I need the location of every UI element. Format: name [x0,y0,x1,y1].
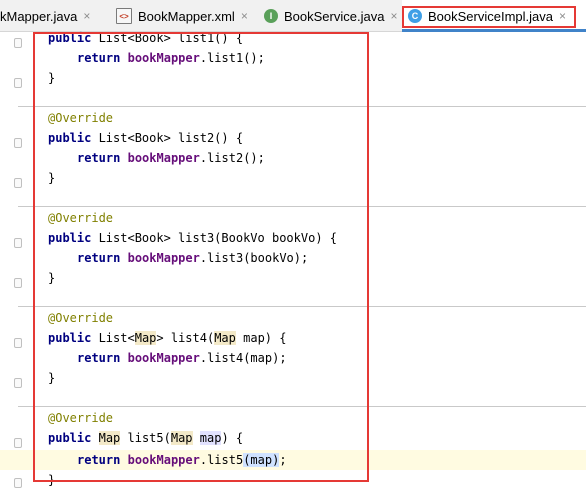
fold-icon[interactable] [14,238,22,248]
method-separator [18,106,586,107]
method-separator [18,206,586,207]
code-line: public List<Map> list4(Map map) { [48,331,287,345]
code-line: } [48,371,56,385]
code-line: public List<Book> list3(BookVo bookVo) { [48,231,337,245]
tab-label: BookServiceImpl.java [428,8,553,24]
method-separator [18,406,586,407]
code-line: return bookMapper.list1(); [77,51,265,65]
code-line-current: return bookMapper.list5(map); [77,453,287,467]
fold-icon[interactable] [14,38,22,48]
fold-icon[interactable] [14,178,22,188]
fold-icon[interactable] [14,338,22,348]
xml-file-icon: <> [116,8,132,24]
close-icon[interactable]: × [83,9,90,23]
class-icon: C [408,9,422,23]
close-icon[interactable]: × [559,9,566,23]
code-line: public List<Book> list2() { [48,131,244,145]
fold-icon[interactable] [14,278,22,288]
fold-icon[interactable] [14,478,22,488]
tab-label: BookMapper.xml [138,8,235,24]
close-icon[interactable]: × [390,9,397,23]
code-line: public Map list5(Map map) { [48,431,244,445]
code-line: } [48,71,56,85]
fold-icon[interactable] [14,438,22,448]
fold-icon[interactable] [14,138,22,148]
tab-label: kMapper.java [0,8,78,24]
interface-icon: I [264,9,278,23]
code-line: return bookMapper.list4(map); [77,351,287,365]
tab-label: BookService.java [284,8,385,24]
code-line: public List<Book> list1() { [48,31,244,45]
code-line: return bookMapper.list3(bookVo); [77,251,309,265]
method-separator [18,306,586,307]
fold-icon[interactable] [14,378,22,388]
code-line: } [48,171,56,185]
code-editor[interactable]: public List<Book> list1() { return bookM… [0,31,586,488]
code-line: @Override [48,211,114,225]
code-line: } [48,271,56,285]
tab-bookservice-java[interactable]: I BookService.java × [258,0,403,32]
code-line: @Override [48,411,114,425]
close-icon[interactable]: × [241,9,248,23]
code-line: @Override [48,311,114,325]
code-line: @Override [48,111,114,125]
tab-bookserviceimpl-java[interactable]: C BookServiceImpl.java × [402,0,586,32]
code-line: } [48,473,56,487]
code-line: return bookMapper.list2(); [77,151,265,165]
fold-icon[interactable] [14,78,22,88]
